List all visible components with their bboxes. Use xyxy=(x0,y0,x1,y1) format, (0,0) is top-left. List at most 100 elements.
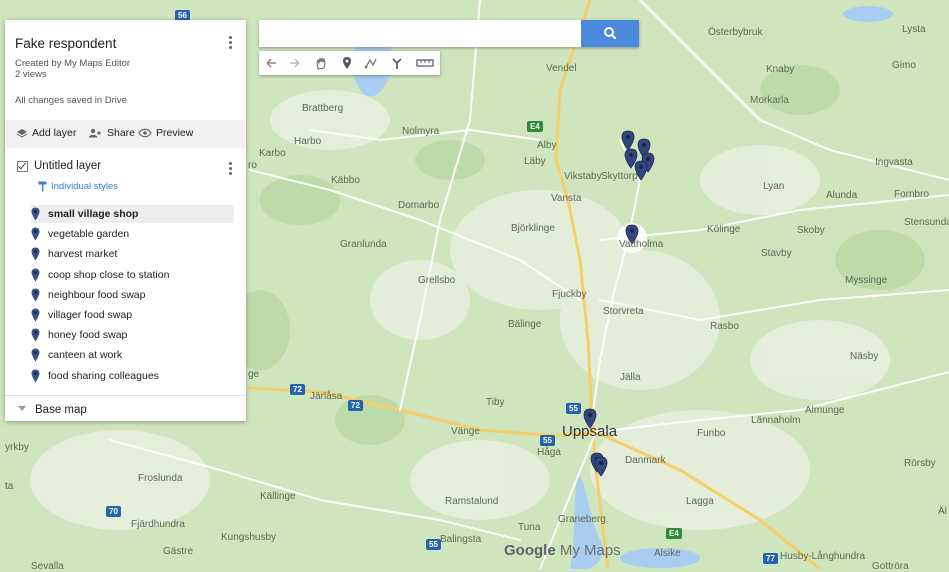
directions-icon xyxy=(392,58,402,69)
feature-label: coop shop close to station xyxy=(48,268,170,281)
map-toolbar xyxy=(259,51,440,75)
undo-button[interactable] xyxy=(259,51,283,75)
road-shield: 70 xyxy=(106,506,121,517)
map-marker-dot xyxy=(599,461,603,465)
feature-item[interactable]: coop shop close to station xyxy=(31,266,234,284)
expand-icon xyxy=(18,406,26,411)
place-label: Vikstaby xyxy=(564,171,602,182)
google-logo: Google xyxy=(504,542,556,559)
place-label: Fornbro xyxy=(894,189,930,200)
place-label: Granlunda xyxy=(340,239,387,250)
place-label: Almunge xyxy=(805,405,845,416)
redo-button[interactable] xyxy=(283,51,307,75)
draw-line-button[interactable] xyxy=(359,51,383,75)
marker-icon xyxy=(31,247,40,261)
individual-styles-link[interactable]: Individual styles xyxy=(38,181,118,192)
place-label: Gästre xyxy=(163,546,194,557)
road-shield: 72 xyxy=(348,400,363,411)
place-label: Skoby xyxy=(797,225,825,236)
redo-icon xyxy=(290,58,300,68)
road-shield: E4 xyxy=(666,528,682,539)
place-label: Sevalla xyxy=(31,561,64,572)
map-marker-dot xyxy=(639,165,643,169)
add-layer-label: Add layer xyxy=(32,127,77,139)
map-marker-dot xyxy=(630,229,634,233)
search-box xyxy=(259,20,639,47)
feature-item[interactable]: small village shop xyxy=(31,205,234,223)
place-label: Vänge xyxy=(451,426,480,437)
place-label: Rörsby xyxy=(904,458,936,469)
place-label: Alby xyxy=(537,140,557,151)
place-label: Brattberg xyxy=(302,103,344,114)
search-input[interactable] xyxy=(259,20,569,47)
place-label: Storvreta xyxy=(603,306,644,317)
feature-item[interactable]: food sharing colleagues xyxy=(31,367,234,385)
pan-tool-button[interactable] xyxy=(309,51,333,75)
layer-options-button[interactable] xyxy=(223,160,237,176)
road-shield: 72 xyxy=(290,384,305,395)
created-by-text: Created by My Maps Editor xyxy=(15,58,131,69)
feature-item[interactable]: canteen at work xyxy=(31,346,234,364)
add-layer-button[interactable]: Add layer xyxy=(16,127,76,139)
place-label: Domarbo xyxy=(398,200,440,211)
place-label: Bälinge xyxy=(508,319,542,330)
map-title[interactable]: Fake respondent xyxy=(15,36,116,51)
place-label: ta xyxy=(5,481,14,492)
place-label: Vendel xyxy=(546,63,577,74)
place-label: Funbo xyxy=(697,428,726,439)
place-label: Myssinge xyxy=(845,275,888,286)
search-button[interactable] xyxy=(581,20,639,47)
marker-icon xyxy=(31,308,40,322)
my-maps-label: My Maps xyxy=(559,542,621,559)
share-label: Share xyxy=(107,127,136,139)
marker-icon xyxy=(31,348,40,362)
place-label: Lysta xyxy=(902,24,926,35)
layer-visibility-checkbox[interactable] xyxy=(17,160,28,172)
place-label: Morkarla xyxy=(750,95,789,106)
save-status: All changes saved in Drive xyxy=(15,95,127,106)
directions-button[interactable] xyxy=(385,51,409,75)
place-label: Knaby xyxy=(766,64,795,75)
feature-item[interactable]: villager food swap xyxy=(31,306,234,324)
place-label: Tuna xyxy=(518,522,541,533)
feature-item[interactable]: harvest market xyxy=(31,245,234,263)
place-label: Stavby xyxy=(761,248,792,259)
undo-icon xyxy=(266,58,276,68)
preview-label: Preview xyxy=(156,127,194,139)
layer-name[interactable]: Untitled layer xyxy=(34,160,101,172)
place-label: Fjuckby xyxy=(552,289,587,300)
base-map-section[interactable]: Base map xyxy=(5,395,246,422)
place-label: Järlåsa xyxy=(310,391,343,402)
place-label: Danmark xyxy=(625,455,666,466)
place-label: Vattholma xyxy=(619,239,664,250)
map-options-button[interactable] xyxy=(223,34,237,50)
kebab-dot-icon xyxy=(228,46,232,49)
place-label: Harbo xyxy=(294,136,322,147)
preview-button[interactable]: Preview xyxy=(138,127,193,139)
map-marker-dot xyxy=(588,413,592,417)
add-marker-button[interactable] xyxy=(335,51,359,75)
map-marker-dot xyxy=(626,135,630,139)
individual-styles-label: Individual styles xyxy=(51,181,119,192)
marker-icon xyxy=(31,227,40,241)
road-shield: 77 xyxy=(763,553,778,564)
place-label: Tiby xyxy=(486,397,505,408)
place-label: Käbbo xyxy=(331,175,360,186)
place-label: Vansta xyxy=(551,193,582,204)
measure-button[interactable] xyxy=(413,51,437,75)
share-button[interactable]: Share xyxy=(87,127,135,139)
kebab-dot-icon xyxy=(228,172,232,175)
place-label: Lännaholm xyxy=(751,415,801,426)
search-icon xyxy=(604,27,617,40)
marker-icon xyxy=(31,369,40,383)
marker-icon xyxy=(31,288,40,302)
feature-item[interactable]: neighbour food swap xyxy=(31,286,234,304)
base-map-label: Base map xyxy=(35,404,87,416)
feature-item[interactable]: vegetable garden xyxy=(31,225,234,243)
place-label: Balingsta xyxy=(440,534,482,545)
feature-item[interactable]: honey food swap xyxy=(31,326,234,344)
place-label-city: Uppsala xyxy=(562,423,618,440)
marker-icon xyxy=(31,328,40,342)
place-label: Nolmyra xyxy=(402,126,440,137)
panel-actions-bar: Add layer Share Preview xyxy=(5,120,246,148)
